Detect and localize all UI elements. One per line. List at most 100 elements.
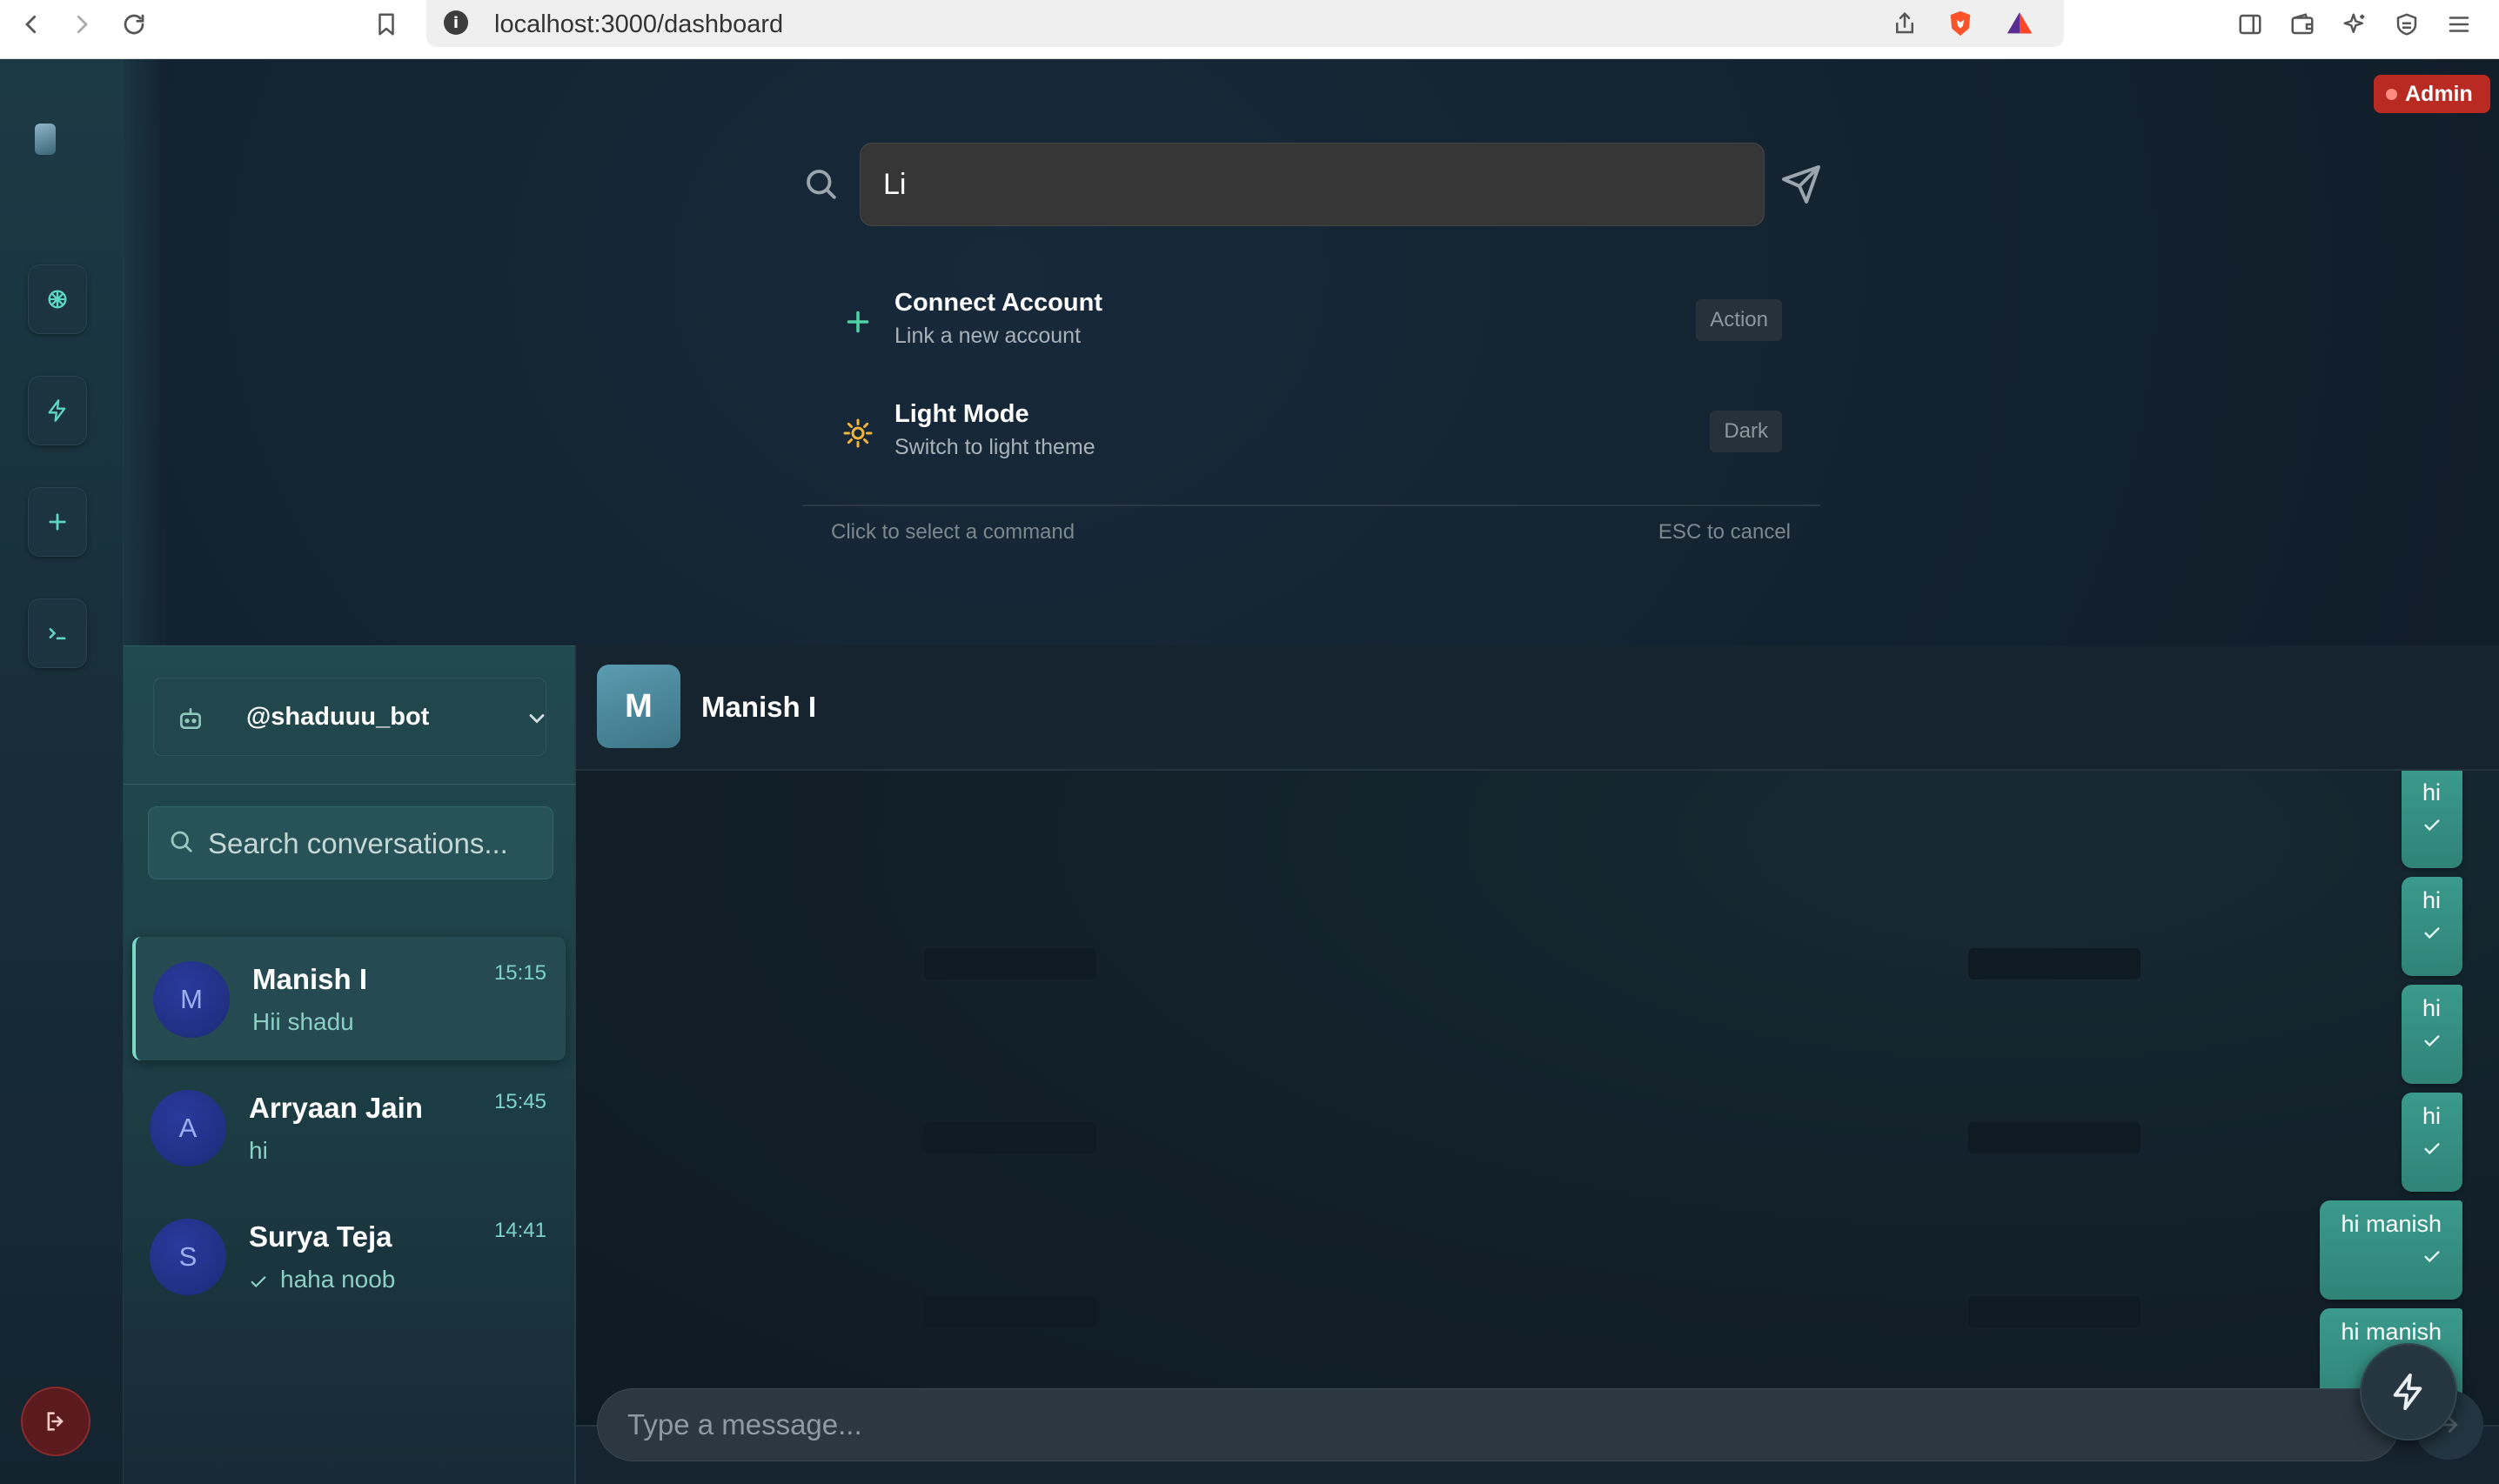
contact-name: Surya Teja xyxy=(249,1220,392,1253)
message-input[interactable] xyxy=(597,1388,2400,1461)
message-preview: haha noob xyxy=(280,1266,396,1293)
message-preview: hi xyxy=(249,1137,268,1164)
bot-icon xyxy=(180,708,201,729)
loading-placeholder xyxy=(1968,1122,2141,1153)
terminal-button[interactable] xyxy=(28,598,87,668)
leo-ai-icon[interactable] xyxy=(2335,5,2374,43)
message-bubble: hi xyxy=(2402,877,2462,976)
contact-avatar: M xyxy=(597,665,680,748)
message-text: hi xyxy=(2422,887,2442,913)
conversation-item[interactable]: A Arryaan Jain hi 15:45 xyxy=(132,1066,566,1189)
loading-placeholder xyxy=(1968,1296,2141,1327)
sidebar-toggle-icon[interactable] xyxy=(2231,5,2269,43)
loading-placeholder xyxy=(924,948,1096,979)
admin-badge: Admin xyxy=(2374,75,2490,113)
send-icon[interactable] xyxy=(1780,164,1822,205)
site-info-icon[interactable]: i xyxy=(444,10,468,35)
conversation-search[interactable] xyxy=(148,806,553,880)
command-subtitle: Link a new account xyxy=(894,324,1082,348)
message-bubble: hi manish xyxy=(2320,1200,2462,1300)
browser-toolbar: i localhost:3000/dashboard xyxy=(0,0,2499,59)
chat-header: M Manish I xyxy=(576,645,2499,771)
search-icon xyxy=(807,170,836,199)
command-hint: Click to select a command xyxy=(831,520,1075,544)
conversation-item[interactable]: S Surya Teja haha noob 14:41 xyxy=(132,1194,566,1318)
message-text: hi manish xyxy=(2341,1211,2442,1237)
command-subtitle: Switch to light theme xyxy=(894,435,1095,459)
message-text: hi xyxy=(2422,1103,2442,1129)
command-tag: Action xyxy=(1696,299,1782,341)
dashboard-app: Admin Connect Account Link a new account… xyxy=(0,59,2499,1484)
wallet-icon[interactable] xyxy=(2283,5,2321,43)
loading-placeholder xyxy=(924,1296,1096,1327)
message-time: 14:41 xyxy=(493,1219,546,1242)
logout-icon xyxy=(47,1412,64,1431)
sun-icon xyxy=(843,418,873,448)
back-icon[interactable] xyxy=(12,5,50,43)
nav-rail xyxy=(0,59,124,1484)
address-bar[interactable]: i localhost:3000/dashboard xyxy=(426,0,2064,47)
conversation-sidebar: @shaduuu_bot M Manish I Hii shadu 15:15 … xyxy=(124,645,576,1484)
bookmark-icon[interactable] xyxy=(367,5,405,43)
command-divider xyxy=(802,505,1820,506)
check-icon xyxy=(251,1275,266,1287)
forward-icon[interactable] xyxy=(63,5,101,43)
menu-icon[interactable] xyxy=(2440,5,2478,43)
vpn-shield-icon[interactable] xyxy=(2388,5,2426,43)
message-text: hi xyxy=(2422,779,2442,806)
message-time: 15:15 xyxy=(493,961,546,985)
logout-button[interactable] xyxy=(21,1387,90,1456)
check-icon xyxy=(2424,1251,2440,1263)
command-connect-account[interactable]: Connect Account Link a new account Actio… xyxy=(834,280,1782,376)
reload-icon[interactable] xyxy=(115,5,153,43)
check-icon xyxy=(2424,1143,2440,1155)
avatar: S xyxy=(150,1219,226,1295)
ai-brain-button[interactable] xyxy=(28,264,87,334)
avatar: A xyxy=(150,1090,226,1166)
brave-rewards-icon[interactable] xyxy=(2003,7,2036,40)
bot-name: @shaduuu_bot xyxy=(246,703,430,731)
check-icon xyxy=(2424,1035,2440,1047)
check-icon xyxy=(2424,819,2440,832)
url-text: localhost:3000/dashboard xyxy=(494,10,784,38)
check-icon xyxy=(2424,927,2440,939)
plus-icon xyxy=(49,513,66,531)
command-cancel-hint: ESC to cancel xyxy=(1658,520,1791,544)
terminal-icon xyxy=(49,628,66,640)
quick-actions-button[interactable] xyxy=(2360,1343,2457,1441)
chevron-down-icon xyxy=(529,714,545,724)
brave-shield-icon[interactable] xyxy=(1944,7,1977,40)
rail-glow xyxy=(124,59,167,651)
message-list: hi hi hi hi hi manish hi manish xyxy=(576,771,2499,1425)
add-button[interactable] xyxy=(28,487,87,557)
message-time: 15:45 xyxy=(493,1090,546,1113)
bolt-icon xyxy=(48,399,66,422)
message-preview-row: haha noob xyxy=(249,1266,395,1293)
message-bubble: hi xyxy=(2402,1093,2462,1192)
message-text: hi manish xyxy=(2341,1319,2442,1345)
search-input[interactable] xyxy=(208,807,547,880)
contact-name: Manish I xyxy=(252,963,368,995)
message-bubble: hi xyxy=(2402,771,2462,868)
plus-icon xyxy=(847,311,869,333)
automations-button[interactable] xyxy=(28,376,87,445)
contact-name: Manish I xyxy=(701,691,817,723)
app-logo xyxy=(35,124,56,155)
command-tag: Dark xyxy=(1710,411,1782,452)
command-title: Light Mode xyxy=(894,400,1029,428)
sidebar-divider xyxy=(124,784,576,785)
search-icon xyxy=(171,831,192,852)
loading-placeholder xyxy=(924,1122,1096,1153)
command-input[interactable] xyxy=(860,143,1765,226)
bot-selector[interactable]: @shaduuu_bot xyxy=(153,678,546,756)
avatar: M xyxy=(153,961,230,1038)
message-text: hi xyxy=(2422,995,2442,1021)
conversation-item[interactable]: M Manish I Hii shadu 15:15 xyxy=(132,937,566,1060)
loading-placeholder xyxy=(1968,948,2141,979)
command-title: Connect Account xyxy=(894,289,1102,317)
brain-icon xyxy=(48,290,67,309)
bolt-icon xyxy=(2393,1373,2422,1411)
share-icon[interactable] xyxy=(1888,7,1921,40)
command-light-mode[interactable]: Light Mode Switch to light theme Dark xyxy=(834,391,1782,487)
contact-name: Arryaan Jain xyxy=(249,1092,423,1124)
